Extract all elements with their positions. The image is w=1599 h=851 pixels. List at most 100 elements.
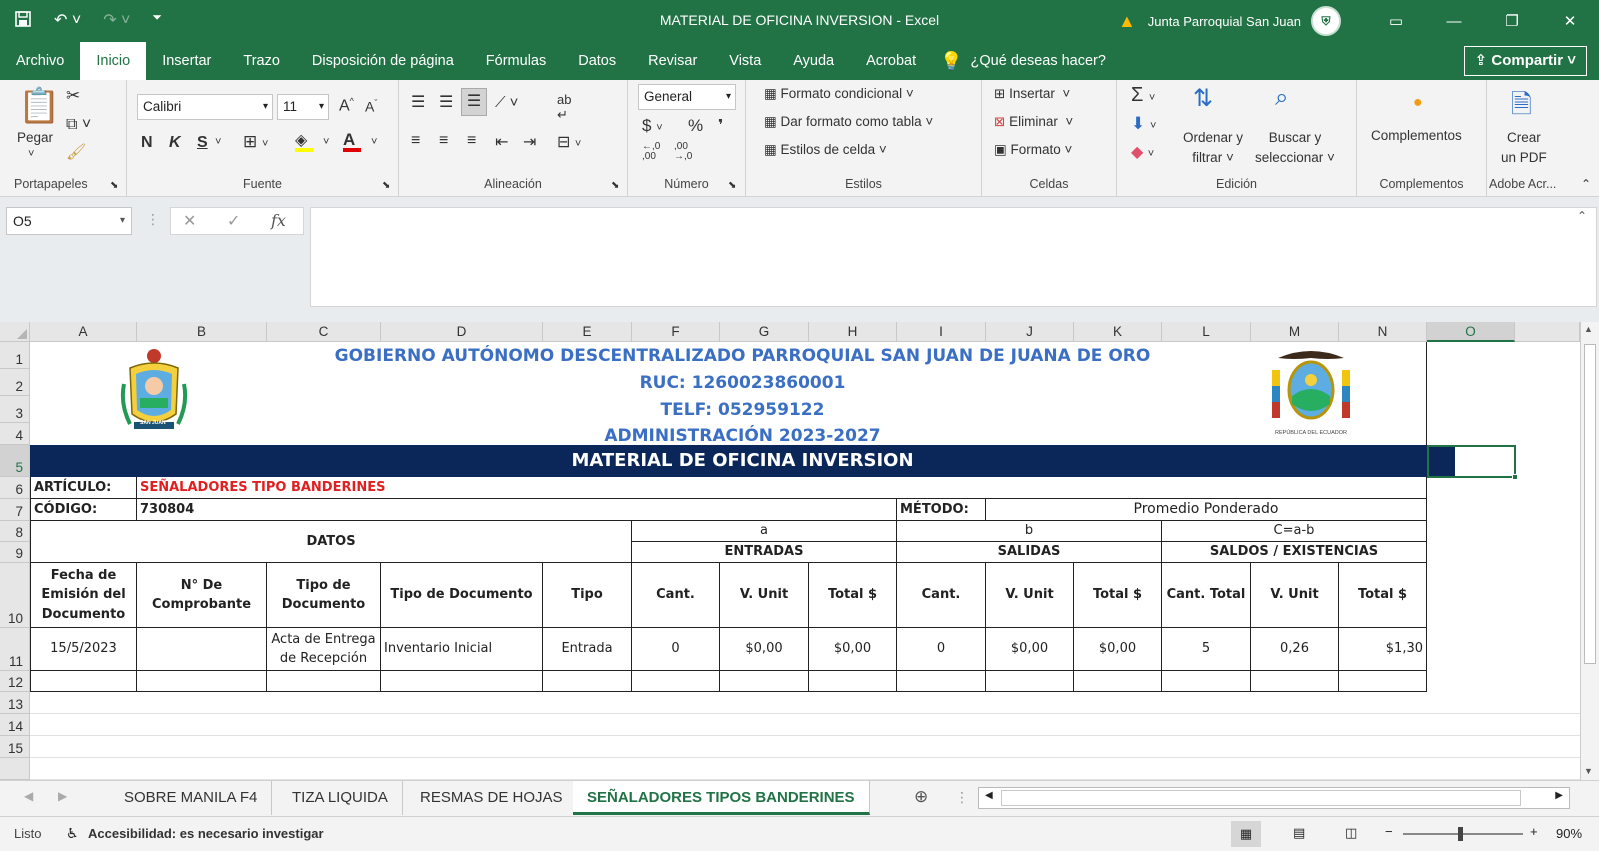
table-cell[interactable] (1074, 671, 1162, 692)
clear-icon[interactable]: ◆ ˅ (1131, 142, 1154, 162)
avatar[interactable]: ⛨ (1311, 6, 1341, 36)
delete-cells-button[interactable]: ⊠ Eliminar ˅ (994, 114, 1073, 130)
tab-formulas[interactable]: Fórmulas (470, 42, 562, 80)
font-size-select[interactable]: 11 ▾ (277, 94, 329, 120)
borders-icon[interactable]: ⊞ ˅ (243, 132, 268, 152)
bottom-align-icon[interactable]: ☰ (461, 88, 487, 116)
sheet-tab-active[interactable]: SEÑALADORES TIPOS BANDERINES (573, 781, 870, 815)
table-cell[interactable]: Entrada (543, 628, 632, 671)
column-header[interactable]: M (1251, 322, 1339, 342)
middle-align-icon[interactable]: ☰ (439, 92, 453, 112)
addins-button[interactable]: Complementos (1371, 128, 1462, 143)
column-header-empty[interactable] (1515, 322, 1580, 342)
paste-button[interactable]: Pegar (17, 130, 53, 145)
copy-icon[interactable]: ⧉ ˅ (66, 116, 91, 134)
bold-button[interactable]: N (141, 134, 153, 152)
column-header[interactable]: L (1162, 322, 1251, 342)
alignment-dialog-icon[interactable]: ⬊ (611, 180, 619, 191)
tab-inicio[interactable]: Inicio (80, 42, 147, 80)
table-cell[interactable] (137, 671, 267, 692)
column-header[interactable]: B (137, 322, 267, 342)
wrap-text-icon[interactable]: ab ↵ (557, 92, 571, 123)
tab-insertar[interactable]: Insertar (146, 42, 227, 80)
table-cell[interactable] (1251, 671, 1339, 692)
row-header[interactable]: 4 (0, 423, 30, 445)
insert-function-icon[interactable]: fx (271, 211, 286, 230)
create-pdf-icon[interactable]: 🗎 (1511, 86, 1532, 130)
number-dialog-icon[interactable]: ⬊ (728, 180, 736, 191)
select-all-corner[interactable] (0, 322, 30, 342)
table-cell[interactable]: $0,00 (1074, 628, 1162, 671)
share-button[interactable]: ⇪ Compartir ˅ (1463, 46, 1587, 76)
expand-formula-icon[interactable]: ⌃ (1577, 209, 1587, 223)
find-select-button[interactable]: Buscar y seleccionar ˅ (1255, 128, 1335, 167)
currency-icon[interactable]: $ ˅ (642, 116, 663, 136)
row-header[interactable]: 3 (0, 396, 30, 423)
table-cell[interactable]: Inventario Inicial (381, 628, 543, 671)
sheet-tab[interactable]: RESMAS DE HOJAS (406, 781, 578, 815)
prev-sheet-icon[interactable]: ◀ (24, 789, 33, 803)
insert-cells-button[interactable]: ⊞ Insertar ˅ (994, 86, 1070, 102)
row-header-selected[interactable]: 5 (0, 445, 30, 477)
column-header[interactable]: F (632, 322, 720, 342)
shrink-font-icon[interactable]: Aˇ (365, 98, 377, 115)
underline-button[interactable]: S (197, 134, 208, 152)
decrease-indent-icon[interactable]: ⇤ (495, 132, 508, 152)
collapse-ribbon-icon[interactable]: ⌃ (1581, 177, 1591, 191)
column-header[interactable]: H (809, 322, 897, 342)
spreadsheet-grid[interactable]: A B C D E F G H I J K L M N O 1 2 3 4 5 … (0, 322, 1580, 780)
top-align-icon[interactable]: ☰ (411, 92, 425, 112)
table-cell[interactable]: 0 (632, 628, 720, 671)
font-dialog-icon[interactable]: ⬊ (382, 180, 390, 191)
page-break-icon[interactable]: ◫ (1345, 825, 1357, 841)
column-header[interactable]: A (30, 322, 137, 342)
horizontal-scroll-thumb[interactable] (1001, 790, 1521, 806)
table-cell[interactable] (632, 671, 720, 692)
conditional-format-button[interactable]: ▦ Formato condicional ˅ (764, 86, 914, 102)
orientation-icon[interactable]: ⟋ ˅ (495, 94, 518, 111)
autosum-icon[interactable]: Σ ˅ (1131, 84, 1155, 107)
cut-icon[interactable]: ✂ (66, 86, 80, 106)
table-cell[interactable] (1339, 671, 1427, 692)
scroll-up-icon[interactable]: ▲ (1584, 324, 1593, 334)
tab-archivo[interactable]: Archivo (0, 42, 80, 80)
vertical-scrollbar[interactable]: ▲ ▼ (1580, 322, 1599, 780)
vertical-scroll-thumb[interactable] (1584, 344, 1596, 664)
merge-center-icon[interactable]: ⊟ ˅ (557, 132, 581, 152)
zoom-out-icon[interactable]: − (1385, 824, 1393, 839)
formula-input[interactable] (310, 207, 1597, 307)
table-cell[interactable] (267, 671, 381, 692)
accessibility-status[interactable]: Accesibilidad: es necesario investigar (88, 826, 324, 841)
row-header[interactable]: 14 (0, 714, 30, 736)
addins-icon[interactable]: ● (1413, 94, 1423, 112)
sort-filter-button[interactable]: Ordenar y filtrar ˅ (1183, 128, 1243, 167)
table-cell[interactable]: 15/5/2023 (30, 628, 137, 671)
row-header[interactable]: 1 (0, 342, 30, 369)
format-as-table-button[interactable]: ▦ Dar formato como tabla ˅ (764, 114, 933, 130)
column-header[interactable]: D (381, 322, 543, 342)
column-header[interactable]: I (897, 322, 986, 342)
tabs-splitter-icon[interactable]: ⋮ (955, 789, 969, 806)
ribbon-display-icon[interactable]: ▭ (1367, 12, 1425, 30)
row-header[interactable]: 13 (0, 692, 30, 714)
cancel-icon[interactable]: ✕ (183, 211, 196, 231)
tab-revisar[interactable]: Revisar (632, 42, 713, 80)
cell-styles-button[interactable]: ▦ Estilos de celda ˅ (764, 142, 887, 158)
dialog-launcher-icon[interactable]: ⬊ (110, 180, 118, 191)
name-box[interactable]: O5 ▾ (6, 207, 132, 235)
tab-acrobat[interactable]: Acrobat (850, 42, 932, 80)
tab-trazo[interactable]: Trazo (227, 42, 296, 80)
tab-vista[interactable]: Vista (713, 42, 777, 80)
number-format-select[interactable]: General ▾ (638, 84, 736, 110)
create-pdf-button[interactable]: Crear un PDF (1501, 128, 1547, 167)
table-cell[interactable]: $0,00 (986, 628, 1074, 671)
table-cell[interactable]: 0 (897, 628, 986, 671)
column-header[interactable]: J (986, 322, 1074, 342)
align-left-icon[interactable]: ≡ (411, 132, 420, 150)
grow-font-icon[interactable]: A^ (339, 96, 354, 115)
percent-icon[interactable]: % (688, 116, 703, 136)
column-header[interactable]: K (1074, 322, 1162, 342)
fill-icon[interactable]: ⬇ ˅ (1131, 114, 1156, 134)
column-header[interactable]: N (1339, 322, 1427, 342)
table-cell[interactable] (137, 628, 267, 671)
